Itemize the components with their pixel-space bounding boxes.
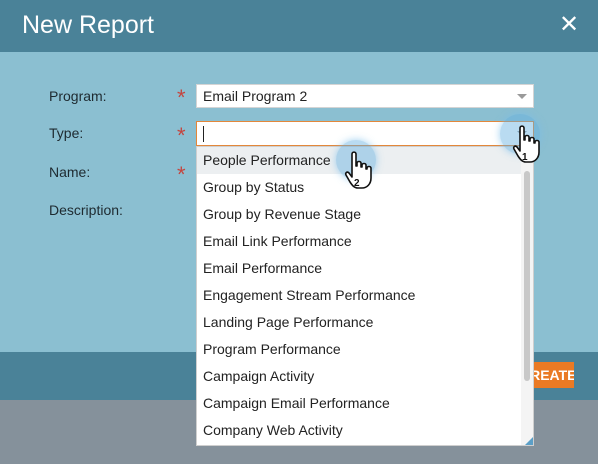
- type-label: Type:: [49, 125, 84, 141]
- step-1-number: 1: [522, 152, 528, 163]
- hand-pointer-icon: 2: [344, 151, 372, 189]
- chevron-down-icon: [517, 94, 527, 99]
- list-item[interactable]: Campaign Email Performance: [197, 390, 533, 417]
- list-item[interactable]: Campaign Activity: [197, 363, 533, 390]
- program-select-value: Email Program 2: [203, 88, 308, 104]
- list-item[interactable]: Group by Revenue Stage: [197, 201, 533, 228]
- hand-pointer-icon: 1: [512, 125, 540, 163]
- description-label: Description:: [49, 202, 123, 218]
- program-label: Program:: [49, 88, 107, 104]
- name-required-mark: *: [177, 162, 186, 187]
- list-item[interactable]: Landing Page Performance: [197, 309, 533, 336]
- program-select[interactable]: Email Program 2: [196, 84, 534, 108]
- scrollbar-thumb[interactable]: [524, 171, 530, 381]
- step-2-number: 2: [354, 178, 360, 189]
- list-item[interactable]: Company Web Activity: [197, 417, 533, 444]
- resize-handle-icon[interactable]: [525, 437, 533, 445]
- list-item[interactable]: Email Performance: [197, 255, 533, 282]
- dialog-titlebar: New Report ✕: [0, 0, 598, 52]
- type-required-mark: *: [177, 123, 186, 148]
- dropdown-scrollbar[interactable]: [521, 147, 533, 445]
- program-required-mark: *: [177, 85, 186, 110]
- text-cursor: [203, 126, 204, 142]
- close-icon[interactable]: ✕: [556, 12, 582, 38]
- list-item[interactable]: Engagement Stream Performance: [197, 282, 533, 309]
- dialog-title: New Report: [22, 11, 154, 39]
- name-label: Name:: [49, 164, 91, 180]
- list-item[interactable]: Email Link Performance: [197, 228, 533, 255]
- list-item[interactable]: Program Performance: [197, 336, 533, 363]
